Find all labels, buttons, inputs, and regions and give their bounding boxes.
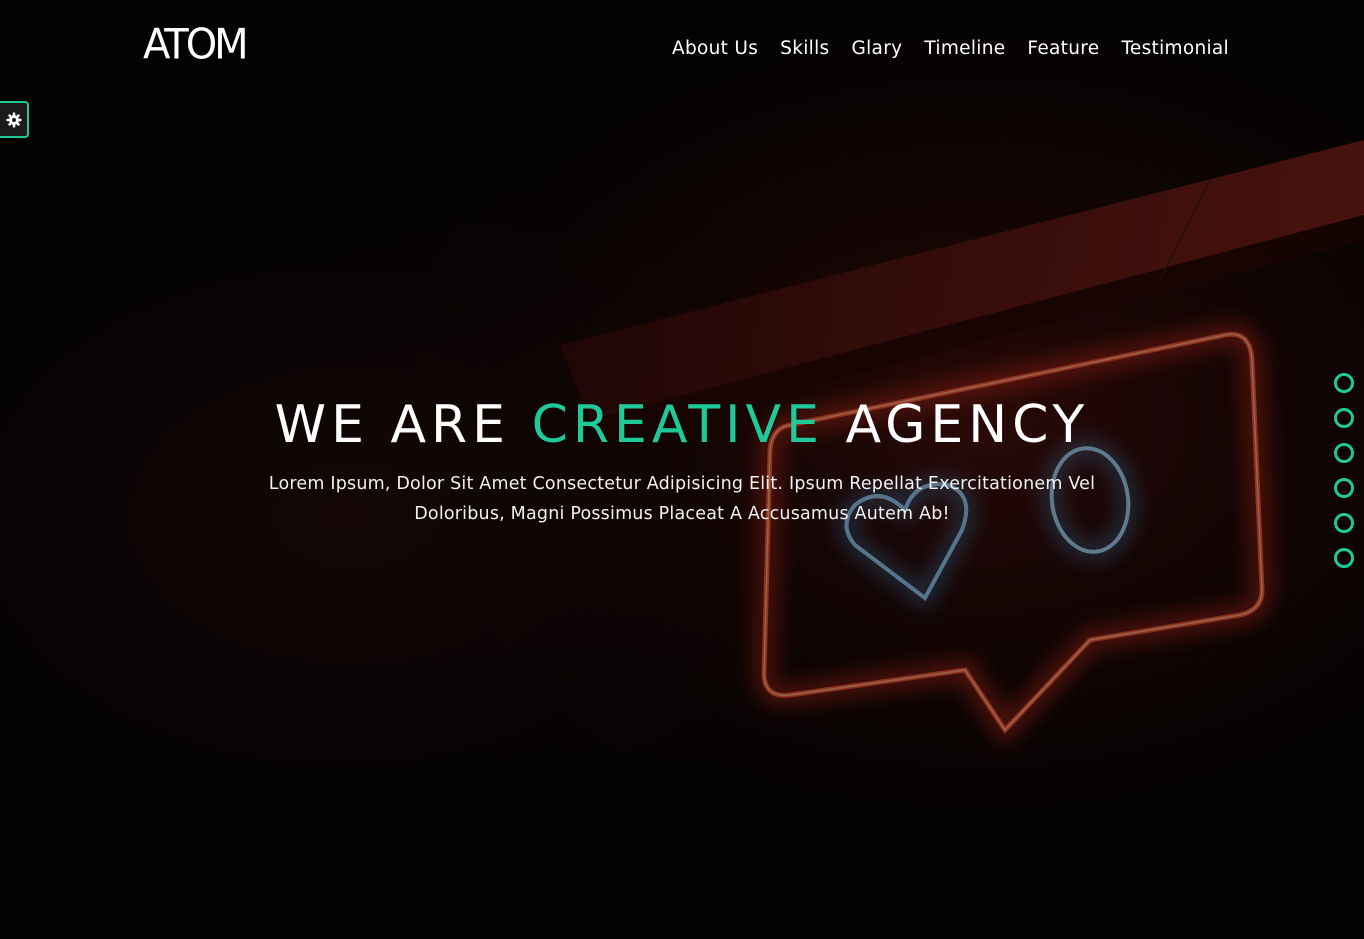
- dot-nav-item-1[interactable]: [1334, 373, 1354, 393]
- main-nav: About Us Skills Glary Timeline Feature T…: [672, 34, 1229, 64]
- gear-icon: [6, 112, 21, 127]
- hero-title-part2: AGENCY: [845, 395, 1090, 455]
- nav-about-us[interactable]: About Us: [672, 34, 758, 64]
- dot-nav-item-6[interactable]: [1334, 548, 1354, 568]
- dot-nav-item-4[interactable]: [1334, 478, 1354, 498]
- brand-logo[interactable]: ATOM: [143, 23, 249, 67]
- hero-subtitle: Lorem Ipsum, Dolor Sit Amet Consectetur …: [268, 474, 1096, 524]
- nav-glary[interactable]: Glary: [851, 34, 902, 64]
- dot-nav-item-5[interactable]: [1334, 513, 1354, 533]
- nav-timeline[interactable]: Timeline: [924, 34, 1005, 64]
- nav-feature[interactable]: Feature: [1027, 34, 1099, 64]
- hero-title: WE ARE CREATIVE AGENCY: [0, 389, 1364, 461]
- dot-nav-item-3[interactable]: [1334, 443, 1354, 463]
- dot-nav-item-2[interactable]: [1334, 408, 1354, 428]
- hero-title-part1: WE ARE: [274, 395, 511, 455]
- nav-skills[interactable]: Skills: [780, 34, 829, 64]
- settings-toggle-button[interactable]: [0, 101, 29, 138]
- nav-testimonial[interactable]: Testimonial: [1121, 34, 1229, 64]
- section-dot-nav: [1334, 373, 1354, 568]
- hero-title-accent: CREATIVE: [531, 395, 824, 455]
